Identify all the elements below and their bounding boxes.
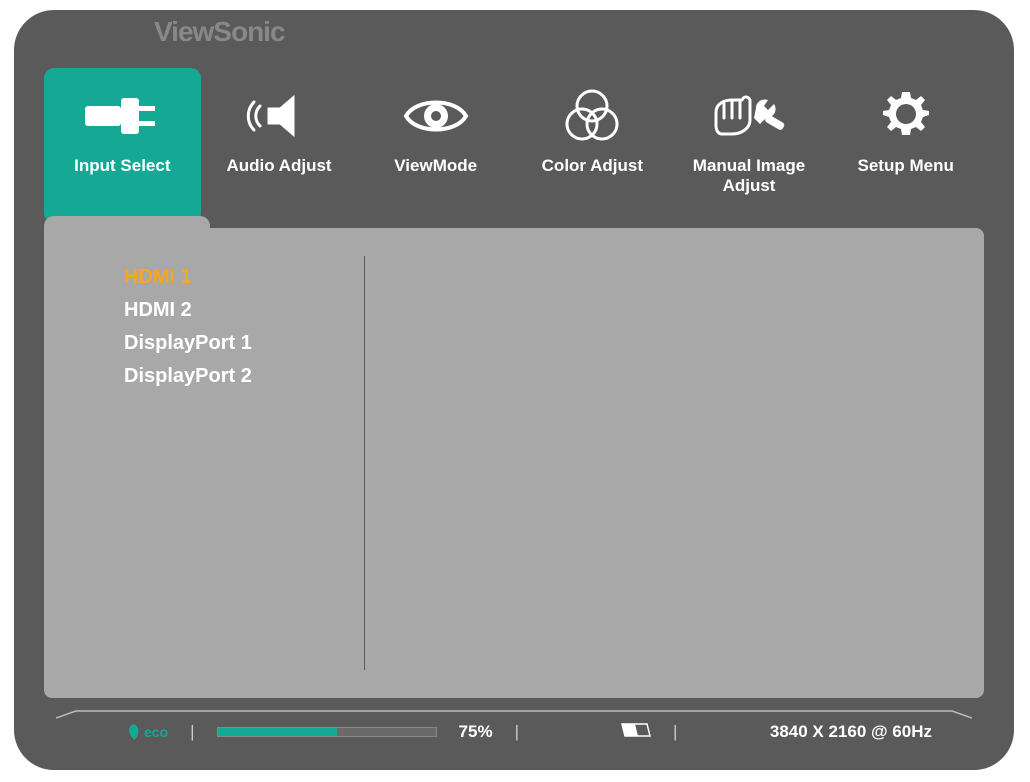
option-displayport-1[interactable]: DisplayPort 1 bbox=[124, 332, 252, 355]
resolution-text: 3840 X 2160 @ 60Hz bbox=[770, 722, 932, 742]
eye-icon bbox=[402, 84, 470, 148]
plug-icon bbox=[85, 84, 159, 148]
tab-label: Manual Image Adjust bbox=[684, 156, 814, 197]
tab-viewmode[interactable]: ViewMode bbox=[357, 68, 514, 208]
status-bar: eco | 75% | | 3840 X 2160 @ 60Hz bbox=[56, 714, 972, 750]
venn-icon bbox=[562, 84, 622, 148]
gear-icon bbox=[879, 84, 933, 148]
brand-logo: ViewSonic bbox=[154, 16, 285, 48]
tab-color-adjust[interactable]: Color Adjust bbox=[514, 68, 671, 208]
brightness-progress: 75% bbox=[217, 722, 493, 742]
option-hdmi-2[interactable]: HDMI 2 bbox=[124, 299, 252, 322]
statusbar-line-decoration bbox=[56, 710, 972, 720]
contrast-icon bbox=[621, 721, 651, 744]
tab-label: Audio Adjust bbox=[226, 156, 331, 176]
eco-badge: eco bbox=[126, 723, 168, 741]
progress-value: 75% bbox=[459, 722, 493, 742]
option-displayport-2[interactable]: DisplayPort 2 bbox=[124, 365, 252, 388]
input-options-list: HDMI 1 HDMI 2 DisplayPort 1 DisplayPort … bbox=[124, 266, 252, 388]
osd-panel: ViewSonic Input Select bbox=[14, 10, 1014, 770]
eco-label: eco bbox=[144, 724, 168, 740]
progress-fill bbox=[218, 728, 338, 736]
leaf-icon bbox=[126, 723, 142, 741]
tab-manual-image-adjust[interactable]: Manual Image Adjust bbox=[671, 68, 828, 208]
tab-label: Setup Menu bbox=[858, 156, 954, 176]
tab-label: Input Select bbox=[74, 156, 170, 176]
tab-label: ViewMode bbox=[394, 156, 477, 176]
tab-bar: Input Select Audio Adjust bbox=[44, 68, 984, 228]
content-panel: HDMI 1 HDMI 2 DisplayPort 1 DisplayPort … bbox=[44, 228, 984, 698]
speaker-icon bbox=[242, 84, 316, 148]
tab-label: Color Adjust bbox=[542, 156, 643, 176]
content-divider bbox=[364, 256, 365, 670]
brand-text: ViewSonic bbox=[154, 16, 285, 47]
tab-input-select[interactable]: Input Select bbox=[44, 68, 201, 223]
tab-audio-adjust[interactable]: Audio Adjust bbox=[201, 68, 358, 208]
separator: | bbox=[515, 722, 519, 742]
option-hdmi-1[interactable]: HDMI 1 bbox=[124, 266, 252, 289]
content-tab-ext bbox=[44, 216, 210, 246]
hand-wrench-icon bbox=[710, 84, 788, 148]
separator: | bbox=[190, 722, 194, 742]
tab-setup-menu[interactable]: Setup Menu bbox=[827, 68, 984, 208]
separator: | bbox=[673, 722, 677, 742]
progress-track[interactable] bbox=[217, 727, 437, 737]
